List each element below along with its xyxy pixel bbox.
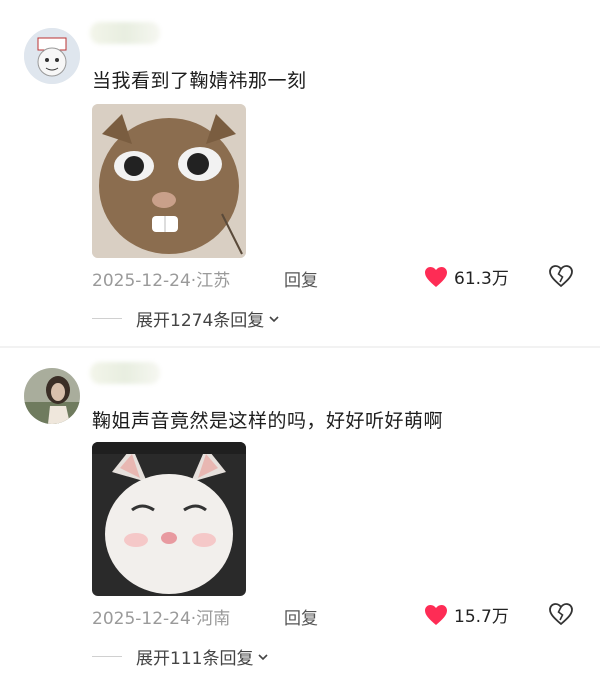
chevron-down-icon bbox=[258, 653, 269, 660]
username-blurred[interactable] bbox=[90, 22, 160, 44]
like-count: 61.3万 bbox=[454, 269, 509, 289]
avatar[interactable] bbox=[24, 368, 80, 424]
avatar[interactable] bbox=[24, 28, 80, 84]
dislike-button[interactable] bbox=[548, 602, 574, 628]
comment-date: 2025-12-24 bbox=[92, 271, 191, 291]
comment-date: 2025-12-24 bbox=[92, 609, 191, 629]
broken-heart-icon bbox=[549, 603, 573, 626]
heart-icon bbox=[425, 604, 447, 625]
like-button[interactable]: 61.3万 bbox=[424, 264, 509, 289]
comment-location: ·江苏 bbox=[190, 271, 231, 291]
comment-meta: 2025-12-24·江苏 bbox=[92, 266, 230, 291]
comment-item: 当我看到了鞠婧祎那一刻 2025-12-24·江苏 回复 61.3万 展开127… bbox=[0, 0, 600, 346]
chevron-down-icon bbox=[269, 315, 279, 322]
broken-heart-icon bbox=[549, 265, 573, 288]
like-button[interactable]: 15.7万 bbox=[424, 602, 509, 627]
divider-line bbox=[92, 318, 122, 319]
expand-replies-label: 展开1274条回复 bbox=[136, 311, 265, 331]
username-blurred[interactable] bbox=[90, 362, 160, 384]
comment-text: 当我看到了鞠婧祎那一刻 bbox=[92, 70, 307, 92]
like-count: 15.7万 bbox=[454, 607, 509, 627]
comment-location: ·河南 bbox=[190, 609, 231, 629]
comment-image[interactable] bbox=[92, 104, 246, 258]
divider-line bbox=[92, 656, 122, 657]
expand-replies[interactable]: 展开111条回复 bbox=[92, 644, 269, 669]
comment-image[interactable] bbox=[92, 442, 246, 596]
expand-replies[interactable]: 展开1274条回复 bbox=[92, 306, 280, 331]
expand-replies-label: 展开111条回复 bbox=[136, 649, 254, 669]
comment-item: 鞠姐声音竟然是这样的吗，好好听好萌啊 2025-12-24·河南 回复 15.7… bbox=[0, 346, 600, 690]
comment-text: 鞠姐声音竟然是这样的吗，好好听好萌啊 bbox=[92, 410, 444, 432]
comment-meta: 2025-12-24·河南 bbox=[92, 604, 230, 629]
heart-icon bbox=[425, 266, 447, 287]
reply-button[interactable]: 回复 bbox=[284, 266, 318, 291]
dislike-button[interactable] bbox=[548, 264, 574, 290]
reply-button[interactable]: 回复 bbox=[284, 604, 318, 629]
